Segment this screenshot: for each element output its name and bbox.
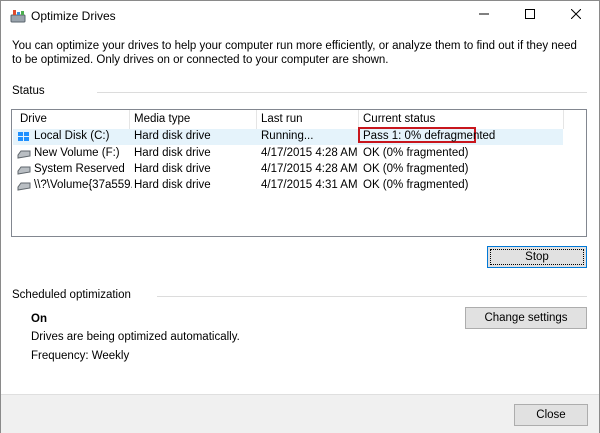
close-window-button[interactable] xyxy=(553,1,599,30)
drive-row-volume[interactable]: \\?\Volume{37a559... Hard disk drive 4/1… xyxy=(13,178,563,194)
minimize-button[interactable] xyxy=(461,1,507,30)
dialog-footer: Close xyxy=(1,394,599,433)
column-header-last-run[interactable]: Last run xyxy=(261,113,303,125)
column-header-drive[interactable]: Drive xyxy=(20,113,47,125)
stop-button[interactable]: Stop xyxy=(487,246,587,268)
drive-icon xyxy=(17,148,31,160)
scheduled-divider xyxy=(157,296,587,297)
column-separator[interactable] xyxy=(256,110,257,129)
drive-name: System Reserved xyxy=(34,163,125,175)
media-type: Hard disk drive xyxy=(134,163,211,175)
media-type: Hard disk drive xyxy=(134,147,211,159)
status-divider xyxy=(97,92,587,93)
drive-icon xyxy=(17,164,31,176)
schedule-state: On xyxy=(31,313,47,325)
drive-row-system-reserved[interactable]: System Reserved Hard disk drive 4/17/201… xyxy=(13,162,563,178)
current-status: OK (0% fragmented) xyxy=(363,179,469,191)
drive-row-f[interactable]: New Volume (F:) Hard disk drive 4/17/201… xyxy=(13,146,563,162)
drive-name: Local Disk (C:) xyxy=(34,130,110,142)
media-type: Hard disk drive xyxy=(134,130,211,142)
current-status: OK (0% fragmented) xyxy=(363,163,469,175)
drive-name: New Volume (F:) xyxy=(34,147,120,159)
drive-name: \\?\Volume{37a559... xyxy=(34,179,132,191)
current-status: OK (0% fragmented) xyxy=(363,147,469,159)
media-type: Hard disk drive xyxy=(134,179,211,191)
focus-rectangle xyxy=(490,249,584,265)
current-status: Pass 1: 0% defragmented xyxy=(363,130,496,142)
intro-text: You can optimize your drives to help you… xyxy=(12,40,577,66)
maximize-button[interactable] xyxy=(507,1,553,30)
windows-drive-icon xyxy=(17,131,31,143)
close-icon xyxy=(570,8,582,22)
column-separator[interactable] xyxy=(563,110,564,129)
minimize-icon xyxy=(479,9,489,22)
scheduled-section-label: Scheduled optimization xyxy=(12,289,131,301)
column-header-current-status[interactable]: Current status xyxy=(363,113,435,125)
column-header-media-type[interactable]: Media type xyxy=(134,113,190,125)
status-section-label: Status xyxy=(12,85,45,97)
close-button[interactable]: Close xyxy=(514,404,588,426)
drive-icon xyxy=(17,180,31,192)
optimize-drives-app-icon xyxy=(10,9,26,23)
last-run: 4/17/2015 4:28 AM xyxy=(261,147,358,159)
title-bar[interactable]: Optimize Drives xyxy=(1,1,599,31)
drive-row-c[interactable]: Local Disk (C:) Hard disk drive Running.… xyxy=(13,127,563,145)
schedule-description: Drives are being optimized automatically… xyxy=(31,331,240,343)
drives-list-header: Drive Media type Last run Current status xyxy=(12,110,586,129)
optimize-drives-window: Optimize Drives You can optimize your dr… xyxy=(0,0,600,433)
change-settings-button[interactable]: Change settings xyxy=(465,307,587,329)
window-title: Optimize Drives xyxy=(31,9,116,23)
maximize-icon xyxy=(525,9,535,22)
schedule-frequency: Frequency: Weekly xyxy=(31,350,130,362)
last-run: 4/17/2015 4:31 AM xyxy=(261,179,358,191)
last-run: 4/17/2015 4:28 AM xyxy=(261,163,358,175)
last-run: Running... xyxy=(261,130,314,142)
column-separator[interactable] xyxy=(129,110,130,129)
drives-list[interactable]: Drive Media type Last run Current status… xyxy=(11,109,587,237)
